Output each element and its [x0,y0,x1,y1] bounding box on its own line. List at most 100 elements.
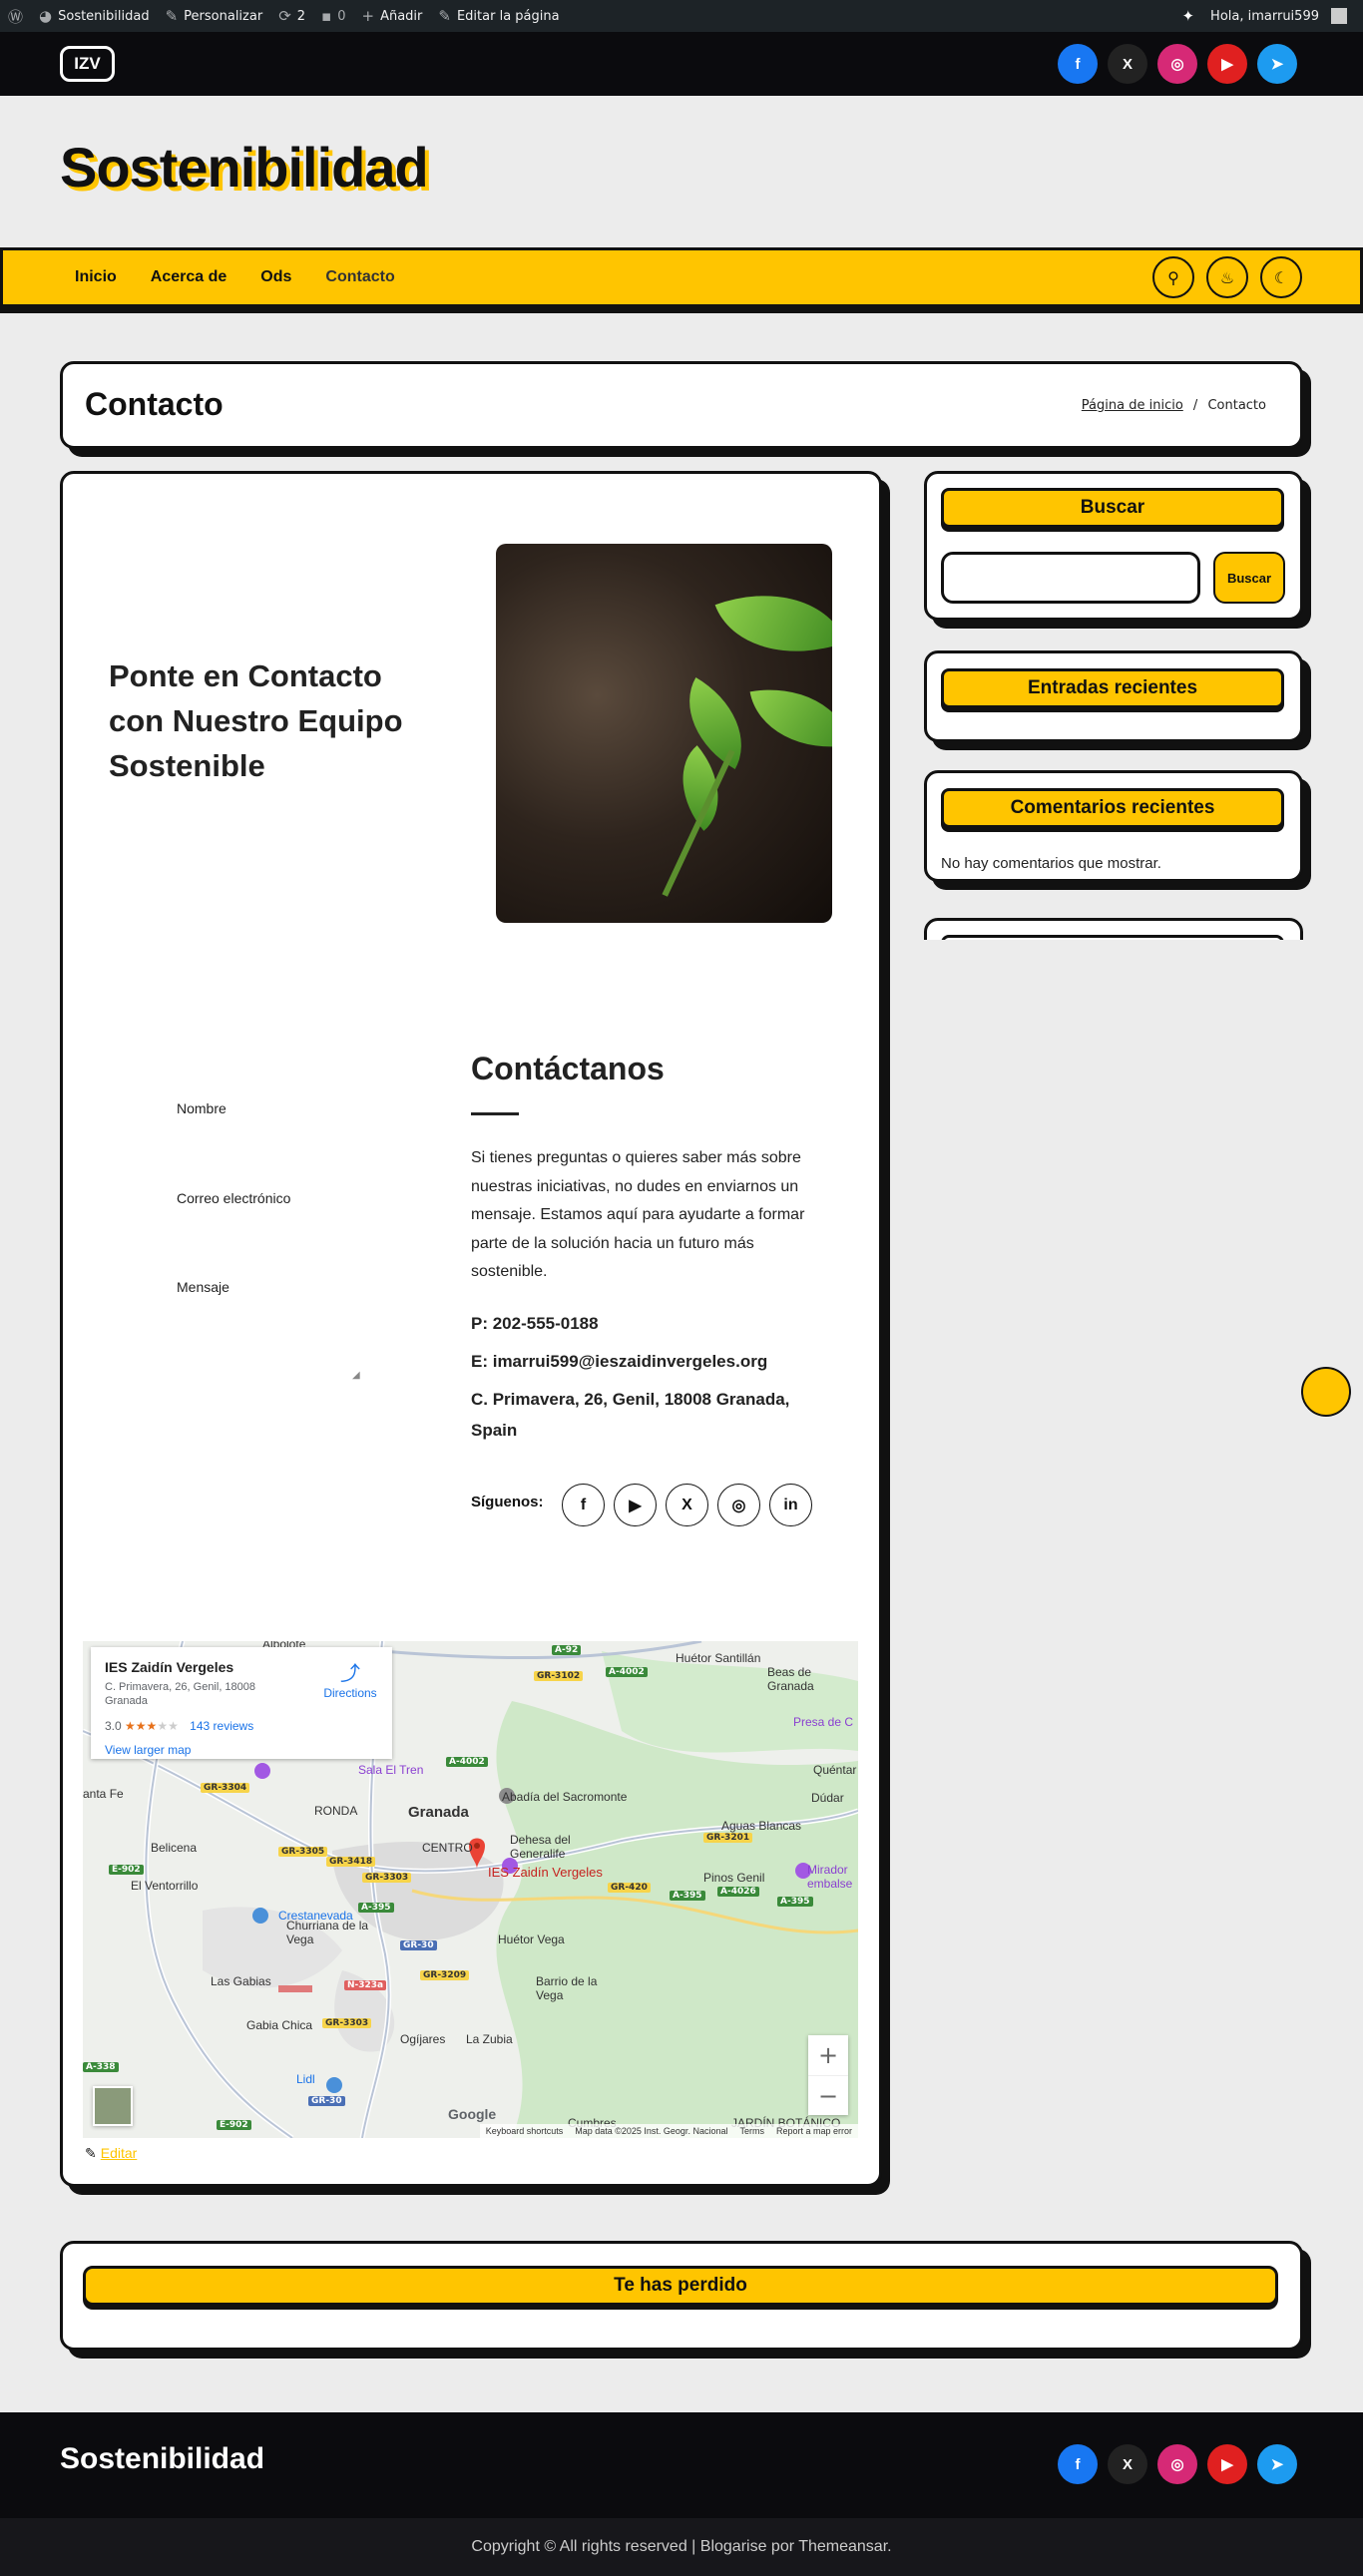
contact-address: C. Primavera, 26, Genil, 18008 Granada, … [471,1390,790,1440]
map-place-label: CENTRO [422,1841,473,1855]
missed-posts-section: Te has perdido [60,2241,1303,2351]
youtube-icon[interactable]: ▶ [1207,2444,1247,2484]
map-place-label: Presa de C [793,1715,854,1729]
follow-label: Síguenos: [471,1494,544,1510]
map-place-label: Las Gabias [211,1974,271,1988]
map-terms-link[interactable]: Terms [739,2126,764,2136]
admin-updates[interactable]: ⟳ 2 [270,0,313,32]
linkedin-icon[interactable]: in [769,1484,812,1526]
search-button[interactable]: Buscar [1213,552,1285,604]
search-icon[interactable]: ⚲ [1152,256,1194,298]
road-badge: A-395 [777,1897,813,1907]
zoom-in-button[interactable]: + [808,2035,848,2075]
admin-account[interactable]: Hola, imarrui599 [1202,0,1355,32]
admin-customize[interactable]: ✎ Personalizar [158,0,271,32]
hero-heading: Ponte en Contacto con Nuestro Equipo Sos… [109,658,403,783]
admin-site-name[interactable]: ◕ Sostenibilidad [31,0,158,32]
map-directions-button[interactable]: ⤴ Directions [320,1657,380,1700]
telegram-icon[interactable]: ➤ [1257,44,1297,84]
road-badge: GR-3418 [326,1857,376,1867]
road-badge: GR-3305 [278,1847,328,1857]
seedling-photo [496,544,832,923]
telegram-icon[interactable]: ➤ [1257,2444,1297,2484]
map-rating: 3.0 [105,1719,122,1733]
follow-social-links: f ▶ X ◎ in [562,1484,812,1526]
search-widget-title: Buscar [941,488,1284,528]
message-label: Mensaje [177,1279,229,1295]
nav-item-inicio[interactable]: Inicio [75,268,117,286]
footer-social-links: f X ◎ ▶ ➤ [1058,2444,1297,2484]
map-place-address: C. Primavera, 26, Genil, 18008 Granada [105,1681,256,1707]
copyright-text: Copyright © All rights reserved | Blogar… [471,2538,892,2555]
ai-sparkle-icon[interactable]: ✦ [1173,0,1202,32]
map-satellite-toggle[interactable] [93,2086,133,2126]
site-logo[interactable]: IZV [60,46,115,82]
contact-phone: P: 202-555-0188 [471,1314,599,1333]
facebook-icon[interactable]: f [562,1484,605,1526]
facebook-icon[interactable]: f [1058,44,1098,84]
missed-posts-title: Te has perdido [83,2266,1278,2306]
search-input[interactable] [941,552,1200,604]
footer-site-title[interactable]: Sostenibilidad [60,2442,264,2476]
directions-icon: ⤴ [340,1663,360,1685]
map-data-credit: Map data ©2025 Inst. Geogr. Nacional [575,2126,728,2136]
road-badge: GR-3209 [420,1970,470,1980]
google-map[interactable]: Albolote Huétor Santillán Beas de Granada P… [83,1641,858,2138]
scroll-up-button[interactable] [1301,1367,1351,1417]
breadcrumb-home-link[interactable]: Página de inicio [1082,398,1183,413]
main-content-card: Ponte en Contacto con Nuestro Equipo Sos… [60,471,882,2187]
map-place-label: Ogíjares [400,2032,446,2046]
wordpress-logo-icon[interactable]: Ⓦ [0,0,31,32]
x-icon[interactable]: X [666,1484,708,1526]
site-title[interactable]: Sostenibilidad [60,135,429,200]
map-marker-label[interactable]: IES Zaidín Vergeles [488,1865,603,1880]
road-badge: A-4026 [717,1887,759,1897]
road-badge: GR-3102 [534,1671,584,1681]
map-place-label: Lidl [296,2072,315,2086]
map-keyboard-shortcuts[interactable]: Keyboard shortcuts [486,2126,564,2136]
x-icon[interactable]: X [1108,2444,1147,2484]
moon-icon[interactable]: ☾ [1260,256,1302,298]
road-badge: A-395 [670,1891,705,1901]
nav-item-ods[interactable]: Ods [260,268,291,286]
recent-comments-widget: Comentarios recientes No hay comentarios… [924,770,1303,882]
map-place-label: Huétor Vega [498,1932,565,1946]
recent-posts-widget: Entradas recientes [924,650,1303,742]
youtube-icon[interactable]: ▶ [614,1484,657,1526]
map-place-name: IES Zaidín Vergeles [105,1659,234,1675]
facebook-icon[interactable]: f [1058,2444,1098,2484]
admin-edit-page[interactable]: ✎ Editar la página [430,0,567,32]
breadcrumb-separator: / [1192,398,1198,413]
breadcrumb: Página de inicio / Contacto [1082,398,1266,413]
map-reviews-link[interactable]: 143 reviews [190,1719,253,1733]
no-comments-text: No hay comentarios que mostrar. [941,855,1161,872]
nav-item-contacto[interactable]: Contacto [325,268,394,286]
x-icon[interactable]: X [1108,44,1147,84]
zoom-out-button[interactable]: − [808,2075,848,2115]
road-badge: GR-3303 [362,1873,412,1883]
instagram-icon[interactable]: ◎ [1157,2444,1197,2484]
edit-icon: ✎ [85,2145,97,2161]
textarea-resize-handle[interactable]: ◢ [352,1370,360,1381]
map-larger-link[interactable]: View larger map [105,1743,191,1757]
instagram-icon[interactable]: ◎ [1157,44,1197,84]
map-place-label: Churriana de la Vega [286,1919,369,1946]
road-badge: N-323a [344,1980,387,1990]
dashboard-icon: ◕ [39,7,53,25]
road-badge: GR-420 [608,1883,651,1893]
admin-bar: Ⓦ ◕ Sostenibilidad ✎ Personalizar ⟳ 2 ▪ 0 + A… [0,0,1363,32]
map-report-link[interactable]: Report a map error [776,2126,852,2136]
nav-item-acerca-de[interactable]: Acerca de [151,268,227,286]
map-place-label: Dehesa del Generalife [510,1833,571,1861]
admin-add-new[interactable]: + Añadir [354,0,431,32]
bell-icon[interactable]: ♨ [1206,256,1248,298]
recent-posts-title: Entradas recientes [941,668,1284,708]
header-social-links: f X ◎ ▶ ➤ [1058,44,1297,84]
admin-comments[interactable]: ▪ 0 [313,0,353,32]
youtube-icon[interactable]: ▶ [1207,44,1247,84]
road-badge: E-902 [217,2120,251,2130]
road-badge: GR-30 [308,2096,345,2106]
instagram-icon[interactable]: ◎ [717,1484,760,1526]
page-title: Contacto [85,386,224,422]
edit-link[interactable]: ✎ Editar [85,2145,137,2162]
